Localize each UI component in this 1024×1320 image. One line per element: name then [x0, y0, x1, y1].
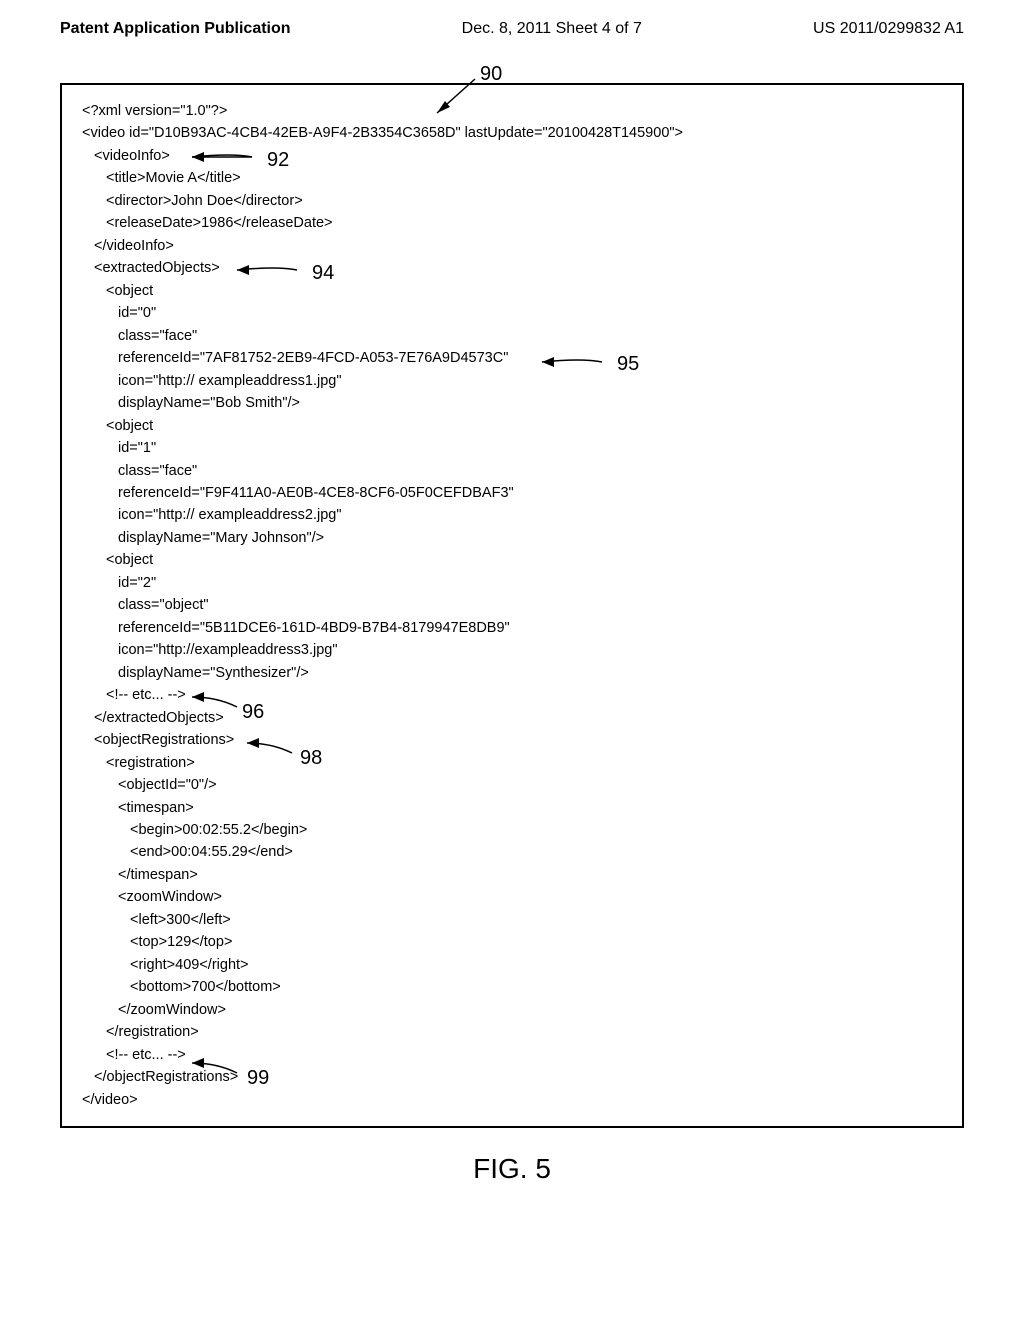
xml-line: <objectRegistrations> [82, 729, 942, 751]
xml-line: </video> [82, 1089, 942, 1111]
xml-line: <left>300</left> [82, 909, 942, 931]
xml-line: <video id="D10B93AC-4CB4-42EB-A9F4-2B335… [82, 122, 942, 144]
xml-line: <objectId="0"/> [82, 774, 942, 796]
xml-line: <object [82, 415, 942, 437]
arrow-98 [237, 735, 307, 760]
header-center: Dec. 8, 2011 Sheet 4 of 7 [462, 20, 642, 38]
xml-line: icon="http:// exampleaddress2.jpg" [82, 504, 942, 526]
xml-line: <registration> [82, 752, 942, 774]
xml-line: id="0" [82, 302, 942, 324]
xml-line: id="2" [82, 572, 942, 594]
header-left: Patent Application Publication [60, 20, 291, 38]
xml-line: </timespan> [82, 864, 942, 886]
xml-line: <top>129</top> [82, 931, 942, 953]
xml-line: referenceId="7AF81752-2EB9-4FCD-A053-7E7… [82, 347, 942, 369]
xml-line: displayName="Synthesizer"/> [82, 662, 942, 684]
xml-line: <object [82, 549, 942, 571]
xml-line: <end>00:04:55.29</end> [82, 841, 942, 863]
xml-line: <object [82, 280, 942, 302]
xml-line: referenceId="F9F411A0-AE0B-4CE8-8CF6-05F… [82, 482, 942, 504]
xml-line: <director>John Doe</director> [82, 190, 942, 212]
ref-95: 95 [617, 349, 639, 380]
figure-caption: FIG. 5 [60, 1153, 964, 1185]
xml-line: class="face" [82, 325, 942, 347]
xml-line: <?xml version="1.0"?> [82, 100, 942, 122]
xml-line: class="object" [82, 594, 942, 616]
xml-line: <right>409</right> [82, 954, 942, 976]
ref-99: 99 [247, 1063, 269, 1094]
figure-content: 90 <?xml version="1.0"?> <video id="D10B… [60, 83, 964, 1185]
xml-line: referenceId="5B11DCE6-161D-4BD9-B7B4-817… [82, 617, 942, 639]
xml-line: displayName="Mary Johnson"/> [82, 527, 942, 549]
xml-line: icon="http://exampleaddress3.jpg" [82, 639, 942, 661]
arrow-92 [182, 147, 262, 167]
arrow-95 [532, 352, 612, 372]
xml-code-box: <?xml version="1.0"?> <video id="D10B93A… [60, 83, 964, 1128]
xml-line: <timespan> [82, 797, 942, 819]
page-header: Patent Application Publication Dec. 8, 2… [0, 0, 1024, 53]
ref-96: 96 [242, 697, 264, 728]
xml-line: </videoInfo> [82, 235, 942, 257]
arrow-94 [227, 260, 307, 280]
header-right: US 2011/0299832 A1 [813, 20, 964, 38]
xml-line: <zoomWindow> [82, 886, 942, 908]
xml-line: </registration> [82, 1021, 942, 1043]
ref-98: 98 [300, 743, 322, 774]
xml-line: id="1" [82, 437, 942, 459]
xml-line: <title>Movie A</title> [82, 167, 942, 189]
xml-line: <extractedObjects> [82, 257, 942, 279]
xml-line: class="face" [82, 460, 942, 482]
ref-94: 94 [312, 258, 334, 289]
xml-line: <releaseDate>1986</releaseDate> [82, 212, 942, 234]
xml-line: icon="http:// exampleaddress1.jpg" [82, 370, 942, 392]
xml-line: </zoomWindow> [82, 999, 942, 1021]
xml-line: <begin>00:02:55.2</begin> [82, 819, 942, 841]
ref-92: 92 [267, 145, 289, 176]
arrow-99 [182, 1055, 252, 1080]
xml-line: displayName="Bob Smith"/> [82, 392, 942, 414]
xml-line: <bottom>700</bottom> [82, 976, 942, 998]
